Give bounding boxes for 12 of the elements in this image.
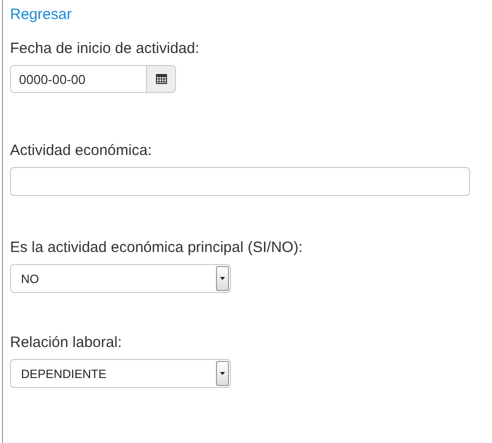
caret-icon — [220, 277, 225, 280]
field-label: Actividad económica: — [10, 142, 152, 159]
dropdown[interactable]: NO — [10, 264, 231, 293]
field-label: Relación laboral: — [10, 334, 122, 351]
date-field[interactable]: 0000-00-00 — [10, 65, 176, 93]
text-field[interactable] — [10, 167, 470, 196]
field-label: Fecha de inicio de actividad: — [10, 40, 200, 57]
field-label: Es la actividad económica principal (SI/NO): — [10, 239, 303, 256]
dropdown[interactable]: DEPENDIENTE — [10, 359, 231, 388]
calendar-icon[interactable] — [156, 74, 166, 84]
back-link[interactable]: Regresar — [10, 6, 72, 23]
caret-icon — [220, 372, 225, 375]
